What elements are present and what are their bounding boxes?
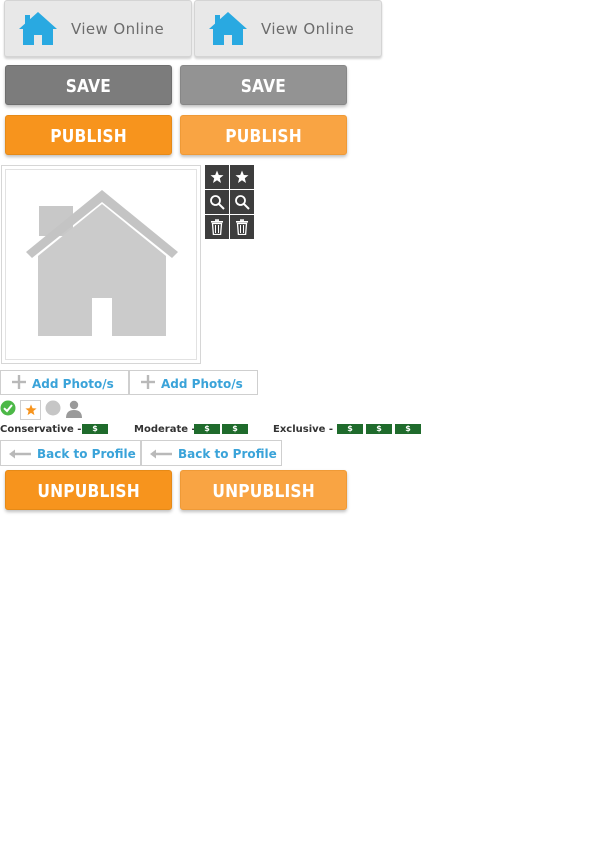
check-icon[interactable] bbox=[0, 400, 16, 416]
exclusive-label: Exclusive - bbox=[273, 424, 334, 435]
add-photo-button-hover[interactable]: Add Photo/s bbox=[129, 370, 258, 395]
house-icon bbox=[209, 12, 247, 45]
publish-button[interactable]: PUBLISH bbox=[5, 115, 172, 155]
save-label: SAVE bbox=[65, 76, 112, 97]
star-icon bbox=[210, 170, 224, 183]
conservative-label: Conservative - bbox=[0, 424, 82, 435]
trash-icon bbox=[236, 219, 248, 235]
magnifier-icon bbox=[210, 195, 225, 210]
delete-button[interactable] bbox=[205, 215, 229, 239]
zoom-button-hover[interactable] bbox=[230, 190, 254, 214]
house-icon bbox=[19, 12, 57, 45]
dollar-badge: $ bbox=[366, 424, 392, 434]
moderate-label: Moderate - bbox=[134, 424, 196, 435]
dollar-badge: $ bbox=[337, 424, 363, 434]
back-to-profile-button-hover[interactable]: Back to Profile bbox=[141, 440, 282, 466]
add-photo-button[interactable]: Add Photo/s bbox=[0, 370, 129, 395]
view-online-label: View Online bbox=[261, 20, 355, 38]
add-photo-label: Add Photo/s bbox=[32, 377, 114, 391]
feature-star-button[interactable] bbox=[205, 165, 229, 189]
dollar-badge: $ bbox=[395, 424, 421, 434]
plus-icon bbox=[141, 375, 155, 389]
dollar-badge: $ bbox=[194, 424, 220, 434]
publish-button-hover[interactable]: PUBLISH bbox=[180, 115, 347, 155]
unpublish-button-hover[interactable]: UNPUBLISH bbox=[180, 470, 347, 510]
save-button-hover[interactable]: SAVE bbox=[180, 65, 347, 105]
arrow-left-icon bbox=[150, 449, 172, 459]
view-online-button[interactable]: View Online bbox=[4, 0, 192, 57]
save-button[interactable]: SAVE bbox=[5, 65, 172, 105]
photo-frame[interactable] bbox=[1, 165, 201, 364]
view-online-label: View Online bbox=[71, 20, 165, 38]
view-online-button-hover[interactable]: View Online bbox=[194, 0, 382, 57]
plus-icon bbox=[12, 375, 26, 389]
back-to-profile-label: Back to Profile bbox=[178, 447, 277, 461]
unpublish-label: UNPUBLISH bbox=[37, 481, 140, 502]
feature-star-button-hover[interactable] bbox=[230, 165, 254, 189]
star-badge-button[interactable] bbox=[20, 400, 41, 420]
star-badge-icon bbox=[25, 404, 37, 416]
back-to-profile-button[interactable]: Back to Profile bbox=[0, 440, 141, 466]
arrow-left-icon bbox=[9, 449, 31, 459]
zoom-button[interactable] bbox=[205, 190, 229, 214]
trash-icon bbox=[211, 219, 223, 235]
dollar-badge: $ bbox=[222, 424, 248, 434]
save-label: SAVE bbox=[240, 76, 287, 97]
delete-button-hover[interactable] bbox=[230, 215, 254, 239]
dollar-badge: $ bbox=[82, 424, 108, 434]
person-icon bbox=[66, 400, 82, 418]
star-icon bbox=[235, 170, 249, 183]
photo-tools bbox=[205, 165, 254, 239]
house-placeholder-icon bbox=[26, 190, 178, 336]
unpublish-button[interactable]: UNPUBLISH bbox=[5, 470, 172, 510]
unpublish-label: UNPUBLISH bbox=[212, 481, 315, 502]
back-to-profile-label: Back to Profile bbox=[37, 447, 136, 461]
publish-label: PUBLISH bbox=[50, 126, 127, 147]
publish-label: PUBLISH bbox=[225, 126, 302, 147]
add-photo-label: Add Photo/s bbox=[161, 377, 243, 391]
magnifier-icon bbox=[235, 195, 250, 210]
gray-dot-icon bbox=[45, 400, 61, 416]
